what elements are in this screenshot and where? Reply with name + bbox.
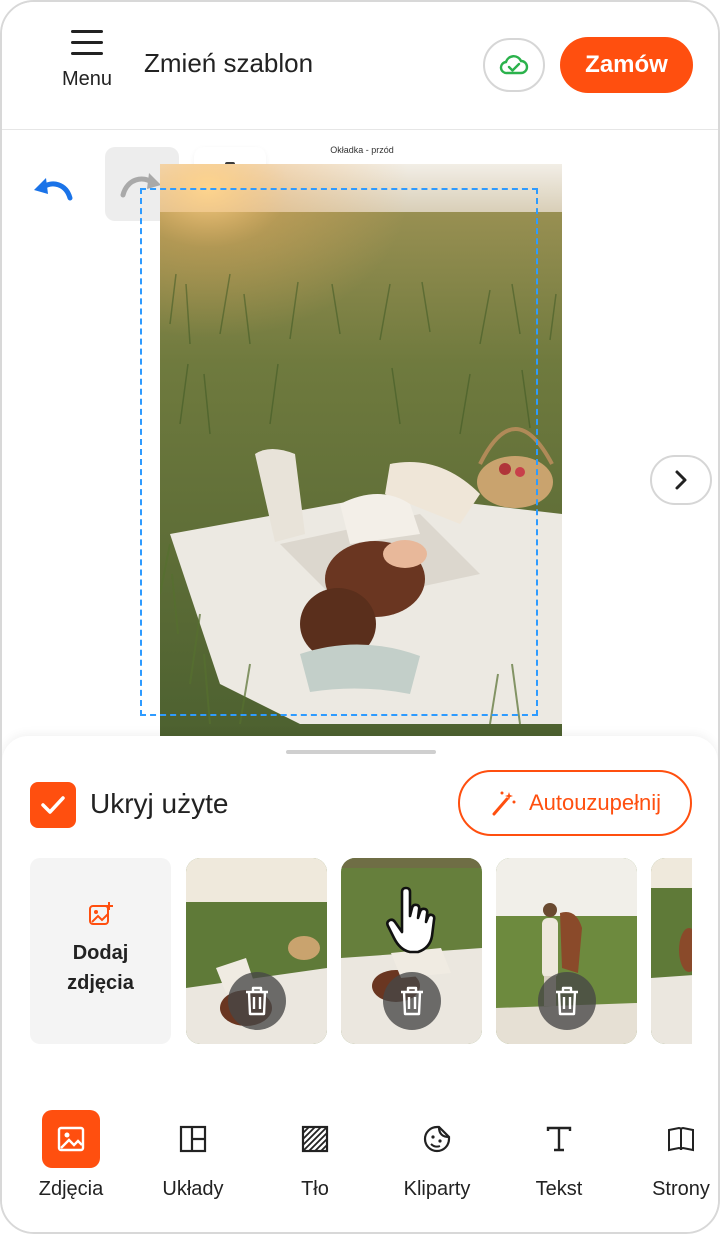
chevron-right-icon: [675, 470, 687, 490]
delete-photo-button[interactable]: [227, 972, 286, 1030]
nav-label-photos: Zdjęcia: [38, 1178, 104, 1200]
photos-panel: Ukryj użyte Autouzupełnij Dodaj zdjęcia: [2, 736, 718, 1092]
sheet-drag-handle[interactable]: [286, 750, 436, 754]
nav-icon-box: [286, 1110, 344, 1168]
menu-button[interactable]: Menu: [52, 28, 122, 98]
nav-item-cliparts[interactable]: Kliparty: [382, 1110, 492, 1201]
hamburger-icon: [71, 28, 103, 56]
background-icon: [301, 1125, 329, 1153]
selection-frame[interactable]: [140, 188, 538, 716]
cloud-check-icon: [499, 55, 529, 75]
menu-label: Menu: [61, 68, 113, 90]
page-label: Okładka - przód: [330, 145, 394, 155]
photo-thumbnail[interactable]: [496, 858, 637, 1044]
magic-wand-icon: [492, 791, 516, 816]
undo-button[interactable]: [30, 168, 76, 208]
nav-item-background[interactable]: Tło: [260, 1110, 370, 1201]
trash-icon: [555, 986, 578, 1016]
photo-thumbnail[interactable]: [651, 858, 692, 1044]
nav-item-layouts[interactable]: Układy: [138, 1110, 248, 1201]
nav-item-text[interactable]: Tekst: [504, 1110, 614, 1201]
add-image-icon: [88, 902, 113, 925]
next-page-button[interactable]: [650, 455, 712, 505]
nav-item-photos[interactable]: Zdjęcia: [16, 1110, 126, 1201]
hand-pointer-icon: [386, 886, 436, 954]
nav-icon-box: [408, 1110, 466, 1168]
nav-icon-box: [42, 1110, 100, 1168]
nav-label-pages: Strony: [652, 1178, 710, 1200]
add-photos-label: Dodaj zdjęcia: [67, 942, 134, 994]
bottom-navigation: Zdjęcia Układy Tło Kliparty Tekst Strony: [2, 1092, 718, 1232]
layout-icon: [179, 1125, 207, 1153]
app-frame: Menu Zmień szablon Zamów Okładka - przód…: [0, 0, 720, 1234]
photo-strip: Dodaj zdjęcia: [30, 858, 692, 1044]
hide-used-label: Ukryj użyte: [90, 788, 229, 819]
thumbnail-image: [651, 858, 692, 1044]
undo-icon: [34, 178, 73, 201]
order-button[interactable]: Zamów: [560, 37, 693, 93]
nav-icon-box: [164, 1110, 222, 1168]
nav-item-pages[interactable]: Strony: [626, 1110, 718, 1201]
photo-thumbnail[interactable]: [186, 858, 327, 1044]
text-icon: [546, 1126, 572, 1152]
top-bar: Menu Zmień szablon Zamów: [2, 2, 718, 130]
trash-icon: [245, 986, 268, 1016]
sticker-icon: [423, 1125, 451, 1153]
save-status-button[interactable]: [483, 38, 545, 92]
delete-photo-button[interactable]: [537, 972, 596, 1030]
image-icon: [57, 1126, 85, 1152]
delete-photo-button[interactable]: [382, 972, 441, 1030]
nav-label-layouts: Układy: [162, 1178, 224, 1200]
change-template-button[interactable]: Zmień szablon: [144, 48, 313, 79]
autofill-button[interactable]: Autouzupełnij: [458, 770, 692, 836]
checkmark-icon: [41, 796, 65, 814]
add-photos-button[interactable]: Dodaj zdjęcia: [30, 858, 171, 1044]
autofill-label: Autouzupełnij: [528, 790, 662, 815]
nav-icon-box: [652, 1110, 710, 1168]
nav-label-background: Tło: [301, 1178, 329, 1200]
trash-icon: [400, 986, 423, 1016]
nav-icon-box: [530, 1110, 588, 1168]
book-icon: [668, 1126, 694, 1152]
hide-used-checkbox[interactable]: [30, 782, 76, 828]
nav-label-text: Tekst: [535, 1178, 583, 1200]
nav-label-cliparts: Kliparty: [403, 1178, 471, 1200]
